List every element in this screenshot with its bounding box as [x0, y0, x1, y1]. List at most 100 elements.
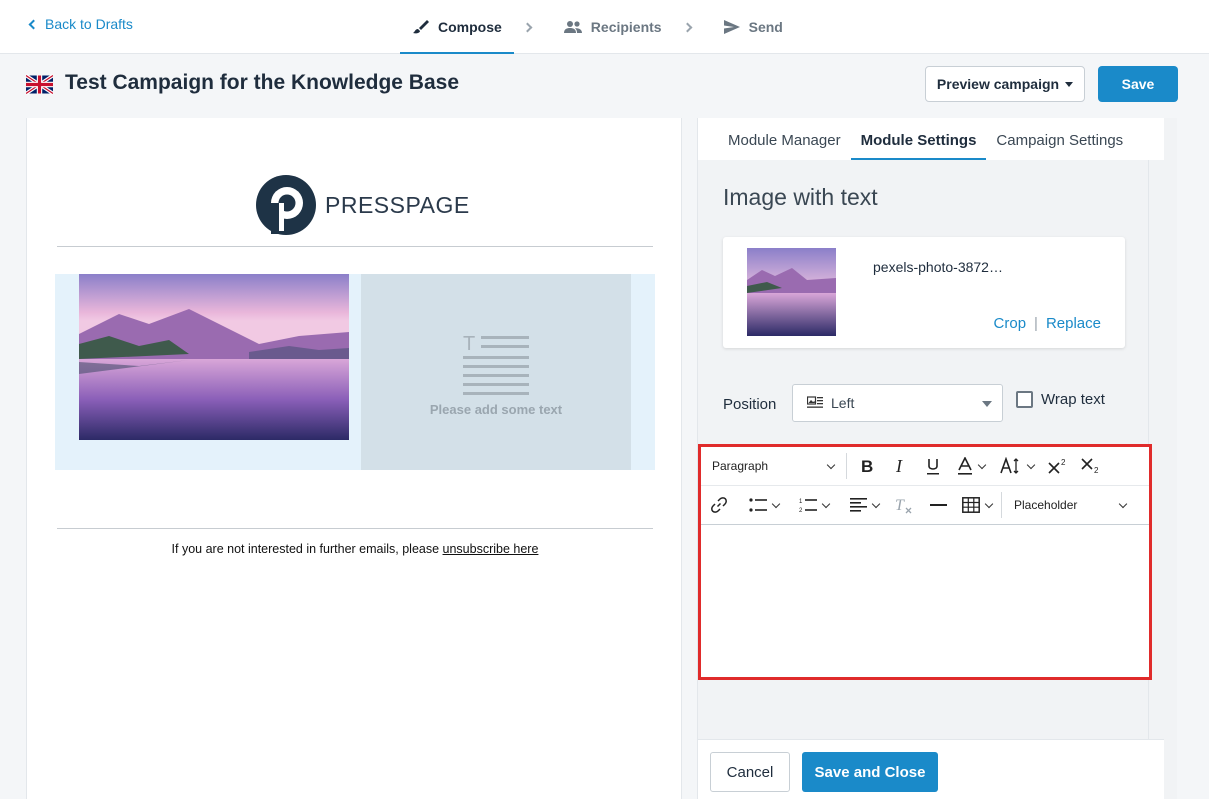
- chevron-down-icon: [984, 499, 994, 508]
- chevron-left-icon: [28, 19, 39, 29]
- svg-text:1: 1: [799, 499, 803, 505]
- subscript-button[interactable]: 2: [1076, 451, 1106, 481]
- position-select[interactable]: Left: [792, 384, 1003, 422]
- svg-text:T: T: [895, 497, 905, 514]
- paragraph-format-select[interactable]: Paragraph: [712, 459, 836, 473]
- step-recipients[interactable]: Recipients: [551, 0, 674, 54]
- svg-text:I: I: [895, 458, 903, 474]
- position-value: Left: [831, 395, 855, 411]
- placeholder-select[interactable]: Placeholder: [1014, 498, 1128, 512]
- crop-link[interactable]: Crop: [994, 315, 1027, 332]
- presspage-logo-mark-icon: [256, 175, 316, 235]
- font-size-button[interactable]: [997, 451, 1037, 481]
- chevron-down-icon: [871, 499, 880, 508]
- table-icon: [962, 497, 980, 513]
- tab-module-manager[interactable]: Module Manager: [718, 118, 851, 160]
- rich-text-editor: Paragraph B I 2 2 1 2 T Placeholder: [698, 444, 1152, 680]
- uk-flag-icon: [26, 74, 53, 95]
- step-label: Recipients: [590, 19, 662, 35]
- font-color-icon: [958, 457, 972, 475]
- insert-table-button[interactable]: [957, 490, 997, 520]
- chevron-down-icon: [1118, 499, 1128, 508]
- italic-button[interactable]: I: [885, 451, 915, 481]
- superscript-icon: 2: [1048, 458, 1066, 474]
- bold-icon: B: [861, 458, 873, 474]
- toolbar-row-1: Paragraph B I 2 2: [701, 447, 1149, 486]
- chevron-down-icon: [1026, 460, 1036, 469]
- settings-panel: Module Manager Module Settings Campaign …: [697, 118, 1177, 799]
- align-left-icon: [849, 498, 867, 512]
- replace-link[interactable]: Replace: [1046, 315, 1101, 332]
- step-label: Compose: [438, 19, 502, 35]
- horizontal-line-icon: [929, 504, 947, 506]
- wizard-steps: Compose Recipients Send: [400, 0, 795, 54]
- position-label: Position: [723, 396, 777, 413]
- numbered-list-button[interactable]: 12: [793, 490, 835, 520]
- toolbar-separator: [1001, 492, 1002, 518]
- link-button[interactable]: [704, 490, 734, 520]
- file-name: pexels-photo-3872…: [873, 259, 1003, 275]
- text-placeholder[interactable]: T Please add some text: [361, 274, 631, 470]
- editor-text-area[interactable]: [701, 527, 1149, 677]
- clear-format-icon: T: [895, 497, 912, 514]
- underline-button[interactable]: [918, 451, 948, 481]
- underline-icon: [927, 458, 939, 474]
- horizontal-line-button[interactable]: [923, 490, 953, 520]
- tab-module-settings[interactable]: Module Settings: [850, 118, 987, 160]
- step-compose[interactable]: Compose: [400, 0, 514, 54]
- divider: [57, 246, 653, 247]
- cancel-button[interactable]: Cancel: [710, 752, 790, 792]
- save-button[interactable]: Save: [1098, 66, 1178, 102]
- image-with-text-module[interactable]: T Please add some text: [55, 274, 655, 470]
- align-button[interactable]: [843, 490, 885, 520]
- format-value: Paragraph: [712, 459, 769, 473]
- module-title: Image with text: [723, 184, 878, 210]
- footer-text: If you are not interested in further ema…: [171, 542, 443, 556]
- placeholder-label: Please add some text: [429, 402, 563, 417]
- bullet-list-icon: [749, 498, 767, 512]
- chevron-right-icon: [522, 22, 533, 32]
- landscape-image: [79, 274, 349, 440]
- back-label: Back to Drafts: [45, 16, 133, 32]
- italic-icon: I: [895, 458, 903, 474]
- top-nav: Back to Drafts Compose Recipients Send: [0, 0, 1209, 54]
- superscript-button[interactable]: 2: [1043, 451, 1073, 481]
- save-and-close-button[interactable]: Save and Close: [802, 752, 938, 792]
- toolbar-row-2: 12 T Placeholder: [701, 486, 1149, 525]
- toolbar-separator: [846, 453, 847, 479]
- chevron-down-icon: [771, 499, 781, 508]
- wrap-text-checkbox[interactable]: Wrap text: [1016, 391, 1105, 408]
- page-title: Test Campaign for the Knowledge Base: [65, 71, 460, 94]
- svg-text:B: B: [861, 458, 873, 474]
- unsubscribe-footer: If you are not interested in further ema…: [27, 542, 683, 556]
- separator: |: [1034, 315, 1038, 332]
- wrap-text-label: Wrap text: [1041, 391, 1105, 408]
- svg-text:2: 2: [1061, 458, 1066, 467]
- font-size-icon: [1000, 457, 1019, 474]
- clear-format-button[interactable]: T: [889, 490, 919, 520]
- image-thumbnail: [747, 248, 836, 336]
- tab-campaign-settings[interactable]: Campaign Settings: [986, 118, 1133, 160]
- people-icon: [563, 21, 582, 33]
- checkbox-box[interactable]: [1016, 391, 1033, 408]
- numbered-list-icon: 12: [799, 499, 817, 513]
- bold-button[interactable]: B: [852, 451, 882, 481]
- step-label: Send: [748, 19, 783, 35]
- font-color-button[interactable]: [951, 451, 991, 481]
- step-send[interactable]: Send: [711, 0, 795, 54]
- file-actions: Crop | Replace: [994, 315, 1101, 332]
- subscript-icon: 2: [1081, 458, 1099, 474]
- back-to-drafts-link[interactable]: Back to Drafts: [28, 16, 133, 32]
- preview-campaign-dropdown[interactable]: Preview campaign: [925, 66, 1085, 102]
- image-left-icon: [807, 396, 823, 408]
- brush-icon: [413, 20, 429, 34]
- unsubscribe-link[interactable]: unsubscribe here: [443, 542, 539, 556]
- bullet-list-button[interactable]: [743, 490, 785, 520]
- image-file-card: pexels-photo-3872… Crop | Replace: [723, 237, 1125, 348]
- placeholder-value: Placeholder: [1014, 498, 1078, 512]
- chevron-down-icon: [821, 499, 831, 508]
- link-icon: [711, 497, 727, 513]
- chevron-right-icon: [682, 22, 693, 32]
- chevron-down-icon: [826, 460, 836, 469]
- text-lines-icon: T: [463, 333, 529, 395]
